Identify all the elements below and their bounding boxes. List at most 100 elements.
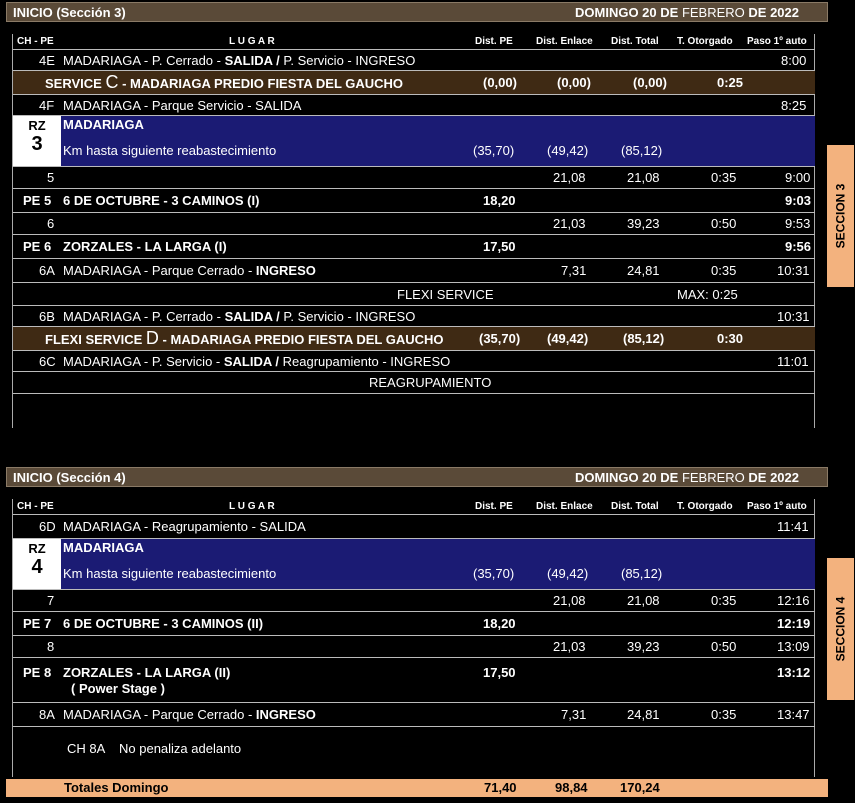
stage-row: PE 7 6 DE OCTUBRE - 3 CAMINOS (II) 18,20… (13, 612, 815, 636)
refuel-zone-total: (85,12) (621, 566, 663, 581)
row-enlace: 21,08 (553, 170, 586, 185)
totals-row: Totales Domingo 71,40 98,84 170,24 (6, 779, 828, 797)
row-paso: 9:53 (785, 216, 811, 231)
flexi-service-max: MAX: 0:25 (677, 286, 738, 302)
regroup-row: REAGRUPAMIENTO (13, 372, 815, 394)
row-time: 0:35 (711, 263, 737, 278)
row-ch: 4E (39, 52, 55, 68)
section-title: INICIO (Sección 4) (13, 469, 126, 485)
stage-name: ZORZALES - LA LARGA (I) (63, 239, 227, 254)
stage-pe: 18,20 (483, 616, 516, 631)
row-time: 0:35 (711, 593, 737, 608)
row-ch: 6D (39, 519, 56, 534)
table-row: 6D MADARIAGA - Reagrupamiento - SALIDA 1… (13, 515, 815, 539)
row-paso: 12:16 (777, 593, 810, 608)
row-paso: 8:25 (781, 97, 807, 113)
refuel-zone-enlace: (49,42) (547, 143, 589, 158)
stage-row: PE 8 ZORZALES - LA LARGA (II) ( Power St… (13, 658, 815, 703)
table-row: 5 21,08 21,08 0:35 9:00 (13, 167, 815, 189)
row-lugar: MADARIAGA - P. Servicio - SALIDA / Reagr… (63, 353, 451, 369)
table-row: 8 21,03 39,23 0:50 13:09 (13, 636, 815, 658)
refuel-zone-badge: RZ 3 (13, 116, 61, 166)
flexi-service-label: FLEXI SERVICE (397, 286, 494, 302)
row-time: 0:50 (711, 216, 737, 231)
col-dist-total: Dist. Total (611, 501, 659, 512)
row-ch: 8 (47, 639, 55, 654)
service-time: 0:30 (717, 331, 744, 346)
row-ch: 6C (39, 353, 56, 369)
stage-paso: 9:03 (785, 193, 812, 208)
stage-row: PE 5 6 DE OCTUBRE - 3 CAMINOS (I) 18,20 … (13, 189, 815, 213)
refuel-zone-total: (85,12) (621, 143, 663, 158)
row-time: 0:35 (711, 170, 737, 185)
refuel-zone-subtitle: Km hasta siguiente reabastecimiento (63, 566, 277, 581)
refuel-zone-title: MADARIAGA (63, 117, 144, 132)
stage-pe: 17,50 (483, 665, 516, 680)
row-paso: 10:31 (777, 308, 810, 324)
col-t-otorgado: T. Otorgado (677, 501, 733, 512)
row-paso: 9:00 (785, 170, 811, 185)
refuel-zone-title: MADARIAGA (63, 540, 144, 555)
refuel-zone-subtitle: Km hasta siguiente reabastecimiento (63, 143, 277, 158)
row-total: 21,08 (627, 170, 660, 185)
row-paso: 10:31 (777, 263, 810, 278)
column-header-row: CH - PE L U G A R Dist. PE Dist. Enlace … (13, 499, 815, 515)
refuel-zone-pe: (35,70) (473, 566, 515, 581)
row-paso: 8:00 (781, 52, 807, 68)
stage-pe: 18,20 (483, 193, 516, 208)
section-3-table: CH - PE L U G A R Dist. PE Dist. Enlace … (12, 34, 815, 428)
table-row: 8A MADARIAGA - Parque Cerrado - INGRESO … (13, 703, 815, 727)
row-paso: 11:41 (777, 519, 809, 534)
row-ch: 6B (39, 308, 55, 324)
side-tab-section-3: SECCION 3 (827, 145, 854, 287)
stage-subtitle: ( Power Stage ) (71, 681, 165, 696)
row-enlace: 21,08 (553, 593, 586, 608)
service-row: SERVICE C - MADARIAGA PREDIO FIESTA DEL … (13, 71, 815, 95)
col-paso: Paso 1º auto (747, 501, 807, 512)
table-row: 4E MADARIAGA - P. Cerrado - SALIDA / P. … (13, 50, 815, 71)
service-label: FLEXI SERVICE D - MADARIAGA PREDIO FIEST… (45, 328, 444, 348)
table-row: 6 21,03 39,23 0:50 9:53 (13, 213, 815, 235)
service-enlace: (0,00) (557, 75, 591, 90)
stage-ch: PE 8 (23, 665, 52, 680)
col-lugar: L U G A R (229, 36, 275, 47)
service-total: (85,12) (623, 331, 665, 346)
refuel-zone-pe: (35,70) (473, 143, 515, 158)
row-enlace: 21,03 (553, 216, 586, 231)
col-ch: CH - PE (17, 36, 54, 47)
regroup-label: REAGRUPAMIENTO (369, 375, 492, 390)
service-enlace: (49,42) (547, 331, 589, 346)
service-row: FLEXI SERVICE D - MADARIAGA PREDIO FIEST… (13, 327, 815, 351)
col-t-otorgado: T. Otorgado (677, 36, 733, 47)
row-total: 24,81 (627, 707, 660, 722)
row-paso: 13:47 (777, 707, 810, 722)
stage-paso: 9:56 (785, 239, 812, 254)
service-pe: (0,00) (483, 75, 517, 90)
row-ch: 6A (39, 263, 55, 278)
stage-ch: PE 7 (23, 616, 52, 631)
row-lugar: MADARIAGA - Parque Cerrado - INGRESO (63, 263, 316, 278)
row-ch: 8A (39, 707, 55, 722)
row-time: 0:50 (711, 639, 737, 654)
row-lugar: MADARIAGA - Parque Servicio - SALIDA (63, 97, 302, 113)
stage-paso: 12:19 (777, 616, 811, 631)
totals-total: 170,24 (620, 780, 660, 795)
section-title: INICIO (Sección 3) (13, 4, 126, 20)
stage-pe: 17,50 (483, 239, 516, 254)
table-row: 6A MADARIAGA - Parque Cerrado - INGRESO … (13, 259, 815, 283)
service-time: 0:25 (717, 75, 744, 90)
col-lugar: L U G A R (229, 501, 275, 512)
service-label: SERVICE C - MADARIAGA PREDIO FIESTA DEL … (45, 72, 404, 92)
service-pe: (35,70) (479, 331, 521, 346)
col-dist-pe: Dist. PE (475, 501, 513, 512)
section-date: DOMINGO 20 DE FEBRERO DE 2022 (575, 5, 799, 20)
col-dist-enlace: Dist. Enlace (536, 501, 593, 512)
stage-name: 6 DE OCTUBRE - 3 CAMINOS (I) (63, 193, 260, 208)
totals-enlace: 98,84 (555, 780, 588, 795)
stage-ch: PE 5 (23, 193, 52, 208)
stage-name: ZORZALES - LA LARGA (II) (63, 665, 231, 680)
col-paso: Paso 1º auto (747, 36, 807, 47)
row-ch: 5 (47, 170, 55, 185)
row-ch: 4F (39, 97, 55, 113)
refuel-zone-row: RZ 4 MADARIAGA Km hasta siguiente reabas… (13, 539, 815, 590)
